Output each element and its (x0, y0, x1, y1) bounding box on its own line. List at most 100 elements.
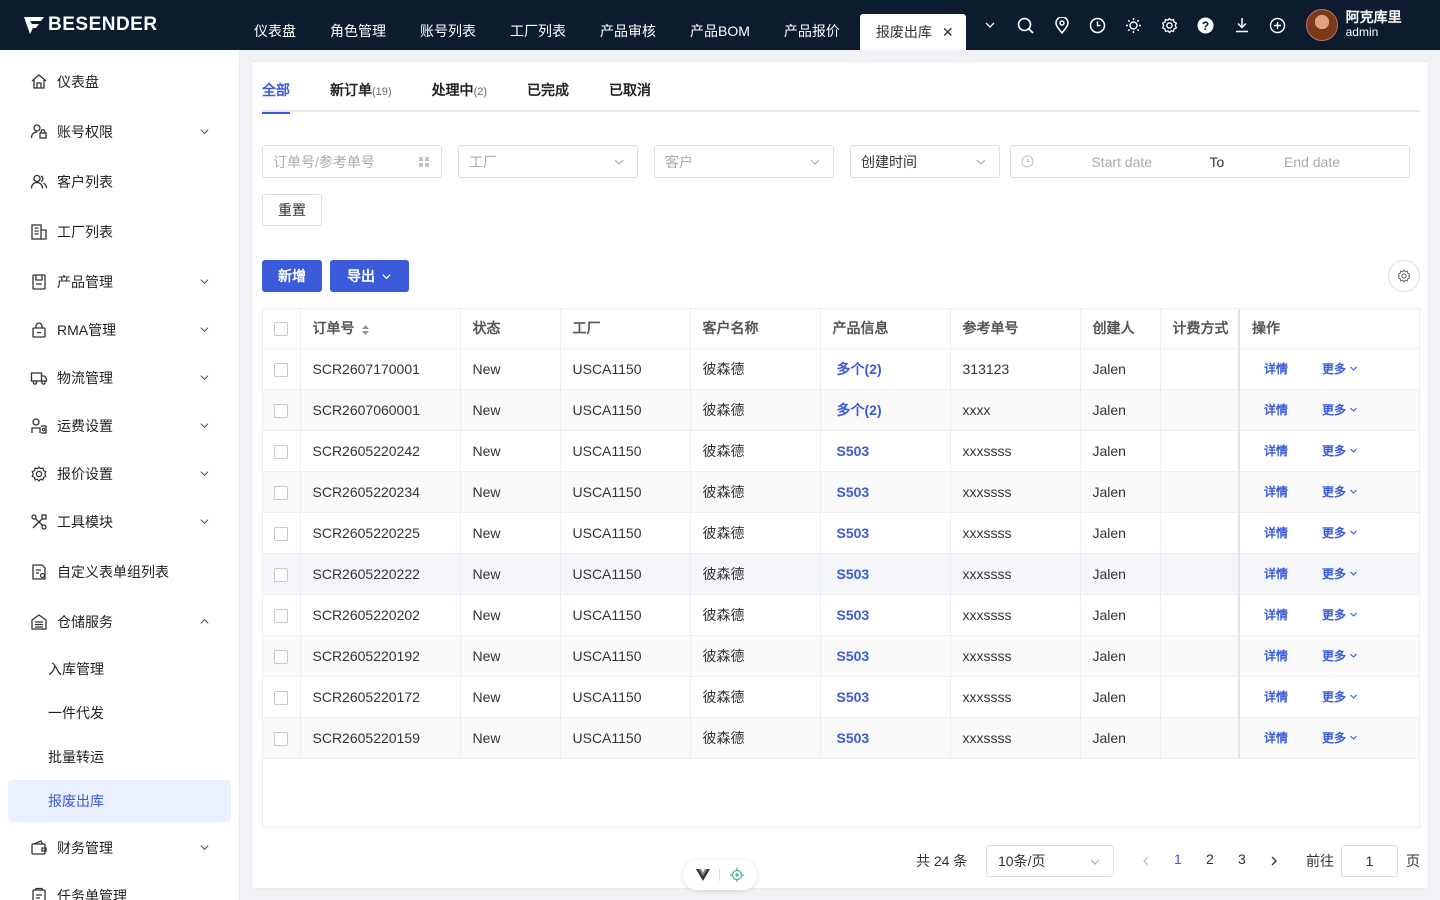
add-button[interactable]: 新增 (262, 260, 322, 292)
start-date-input[interactable]: Start date (1077, 154, 1167, 170)
more-dropdown[interactable]: 更多 (1322, 729, 1358, 746)
brand-logo[interactable]: BESENDER (0, 0, 240, 50)
page-button-2[interactable]: 2 (1206, 851, 1214, 867)
reset-button[interactable]: 重置 (262, 194, 322, 226)
sidebar-item-freight[interactable]: 运费设置 (0, 406, 239, 446)
sidebar-item-user-lock[interactable]: 账号权限 (0, 112, 239, 152)
more-dropdown[interactable]: 更多 (1322, 688, 1358, 705)
more-dropdown[interactable]: 更多 (1322, 360, 1358, 377)
help-icon[interactable]: ? (1188, 0, 1224, 50)
sort-icon[interactable] (361, 324, 370, 336)
more-dropdown[interactable]: 更多 (1322, 647, 1358, 664)
row-checkbox[interactable] (263, 594, 301, 636)
cell-product-link[interactable]: S503 (820, 512, 951, 554)
order-search-input[interactable]: 订单号/参考单号 (262, 145, 442, 178)
row-checkbox[interactable] (263, 389, 301, 431)
table-row[interactable]: SCR2605220172 New USCA1150 彼森德 S503 xxxssss Ja… (263, 676, 1420, 718)
detail-link[interactable]: 详情 (1264, 483, 1288, 500)
table-row[interactable]: SCR2605220234 New USCA1150 彼森德 S503 xxxssss Ja… (263, 471, 1420, 513)
sidebar-subitem[interactable]: 一件代发 (8, 692, 231, 734)
tab-0[interactable]: 全部 (262, 80, 290, 114)
prev-page-icon[interactable] (1141, 855, 1151, 867)
cell-product-link[interactable]: S503 (820, 594, 951, 636)
table-row[interactable]: SCR2605220202 New USCA1150 彼森德 S503 xxxssss Ja… (263, 594, 1420, 636)
cell-product-link[interactable]: S503 (820, 717, 951, 759)
more-dropdown[interactable]: 更多 (1322, 401, 1358, 418)
table-row[interactable]: SCR2605220192 New USCA1150 彼森德 S503 xxxssss Ja… (263, 635, 1420, 677)
cell-product-link[interactable]: 多个(2) (820, 348, 951, 390)
sidebar-item-task[interactable]: 任务单管理 (0, 876, 239, 900)
detail-link[interactable]: 详情 (1264, 729, 1288, 746)
date-range-picker[interactable]: Start date To End date (1010, 145, 1410, 178)
row-checkbox[interactable] (263, 717, 301, 759)
table-row[interactable]: SCR2605220222 New USCA1150 彼森德 S503 xxxssss Ja… (263, 553, 1420, 595)
detail-link[interactable]: 详情 (1264, 688, 1288, 705)
more-dropdown[interactable]: 更多 (1322, 442, 1358, 459)
sidebar-item-home[interactable]: 仪表盘 (0, 62, 239, 102)
detail-link[interactable]: 详情 (1264, 360, 1288, 377)
select-all-checkbox[interactable] (263, 309, 301, 349)
cell-product-link[interactable]: S503 (820, 635, 951, 677)
sidebar-item-rma[interactable]: RMA管理 (0, 310, 239, 350)
more-dropdown[interactable]: 更多 (1322, 606, 1358, 623)
tab-3[interactable]: 已完成 (527, 80, 569, 112)
row-checkbox[interactable] (263, 553, 301, 595)
tab-2[interactable]: 处理中(2) (432, 80, 487, 112)
page-button-1[interactable]: 1 (1174, 851, 1182, 867)
cell-product-link[interactable]: 多个(2) (820, 389, 951, 431)
customer-select[interactable]: 客户 (654, 145, 834, 178)
sidebar-item-warehouse[interactable]: 仓储服务 (0, 602, 239, 642)
close-icon[interactable]: ✕ (942, 14, 954, 50)
factory-select[interactable]: 工厂 (458, 145, 638, 178)
sidebar-subitem[interactable]: 入库管理 (8, 648, 231, 690)
sidebar-item-users[interactable]: 客户列表 (0, 162, 239, 202)
vue-logo-icon[interactable] (695, 869, 710, 881)
row-checkbox[interactable] (263, 512, 301, 554)
cell-product-link[interactable]: S503 (820, 471, 951, 513)
top-nav-item-product-review[interactable]: 产品审核 (586, 0, 676, 50)
gear-icon[interactable] (1152, 0, 1188, 50)
more-dropdown[interactable]: 更多 (1322, 483, 1358, 500)
detail-link[interactable]: 详情 (1264, 442, 1288, 459)
table-row[interactable]: SCR2607170001 New USCA1150 彼森德 多个(2) 313123 Ja… (263, 348, 1420, 390)
sidebar-item-gear[interactable]: 报价设置 (0, 454, 239, 494)
table-row[interactable]: SCR2605220159 New USCA1150 彼森德 S503 xxxssss Ja… (263, 717, 1420, 759)
tab-4[interactable]: 已取消 (609, 80, 651, 112)
detail-link[interactable]: 详情 (1264, 401, 1288, 418)
cell-product-link[interactable]: S503 (820, 676, 951, 718)
sun-icon[interactable] (1116, 0, 1152, 50)
detail-link[interactable]: 详情 (1264, 565, 1288, 582)
add-circle-icon[interactable] (1260, 0, 1296, 50)
row-checkbox[interactable] (263, 348, 301, 390)
sidebar-item-product[interactable]: 产品管理 (0, 262, 239, 302)
table-settings-button[interactable] (1388, 260, 1420, 292)
next-page-icon[interactable] (1269, 855, 1279, 867)
page-button-3[interactable]: 3 (1238, 851, 1246, 867)
row-checkbox[interactable] (263, 471, 301, 513)
row-checkbox[interactable] (263, 635, 301, 677)
column-header-order[interactable]: 订单号 (300, 309, 461, 349)
table-row[interactable]: SCR2605220242 New USCA1150 彼森德 S503 xxxssss Ja… (263, 430, 1420, 472)
clock-icon[interactable] (1080, 0, 1116, 50)
row-checkbox[interactable] (263, 430, 301, 472)
page-size-select[interactable]: 10条/页 (986, 845, 1114, 877)
grid-icon[interactable] (418, 156, 430, 168)
target-icon[interactable] (730, 868, 745, 882)
table-row[interactable]: SCR2605220225 New USCA1150 彼森德 S503 xxxssss Ja… (263, 512, 1420, 554)
more-dropdown[interactable]: 更多 (1322, 524, 1358, 541)
detail-link[interactable]: 详情 (1264, 524, 1288, 541)
user-menu[interactable]: 阿克库里 admin (1305, 9, 1402, 41)
top-nav-item-product-bom[interactable]: 产品BOM (676, 0, 770, 50)
detail-link[interactable]: 详情 (1264, 606, 1288, 623)
sidebar-item-building[interactable]: 工厂列表 (0, 212, 239, 252)
table-row[interactable]: SCR2607060001 New USCA1150 彼森德 多个(2) xxxx Jale… (263, 389, 1420, 431)
download-icon[interactable] (1224, 0, 1260, 50)
sidebar-item-truck[interactable]: 物流管理 (0, 358, 239, 398)
export-button[interactable]: 导出 (330, 260, 409, 292)
location-pin-icon[interactable] (1044, 0, 1080, 50)
sidebar-item-form[interactable]: 自定义表单组列表 (0, 552, 239, 592)
top-nav-item-roles[interactable]: 角色管理 (316, 0, 406, 50)
time-type-select[interactable]: 创建时间 (850, 145, 1000, 178)
avatar[interactable] (1305, 9, 1338, 41)
top-nav-item-accounts[interactable]: 账号列表 (406, 0, 496, 50)
